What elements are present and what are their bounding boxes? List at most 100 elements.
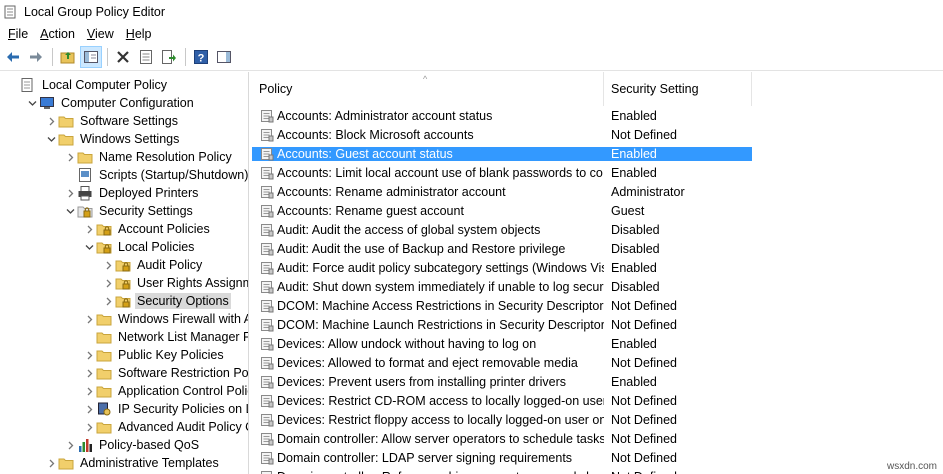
toolbar-separator — [185, 48, 186, 66]
delete-icon — [117, 51, 129, 63]
tree-item-windows-settings[interactable]: Windows Settings — [0, 130, 248, 148]
tree-item-public-key-policies[interactable]: Public Key Policies — [0, 346, 248, 364]
policy-setting-icon — [260, 280, 274, 294]
back-button[interactable] — [2, 46, 24, 68]
menu-help[interactable]: Help — [120, 27, 158, 41]
tree-item-label: Audit Policy — [137, 258, 203, 272]
policy-row[interactable]: Accounts: Limit local account use of bla… — [252, 163, 943, 182]
security-setting-value: Enabled — [604, 146, 752, 161]
tree-item-advanced-audit-policy-conf[interactable]: Advanced Audit Policy Conf — [0, 418, 248, 436]
delete-button[interactable] — [112, 46, 134, 68]
policy-row[interactable]: DCOM: Machine Access Restrictions in Sec… — [252, 296, 943, 315]
policy-row[interactable]: Accounts: Guest account status Enabled — [252, 144, 752, 163]
collapsed-chevron-icon[interactable] — [82, 418, 96, 436]
sort-ascending-icon: ^ — [423, 74, 428, 84]
collapsed-chevron-icon[interactable] — [63, 436, 77, 454]
menu-file[interactable]: File — [2, 27, 34, 41]
help-icon: ? — [194, 50, 208, 65]
policy-row[interactable]: Accounts: Administrator account status En… — [252, 106, 943, 125]
policy-row[interactable]: Devices: Allow undock without having to … — [252, 334, 943, 353]
collapsed-chevron-icon[interactable] — [44, 112, 58, 130]
security-setting-value: Not Defined — [611, 393, 678, 408]
tree-item-application-control-policies[interactable]: Application Control Policies — [0, 382, 248, 400]
collapsed-chevron-icon[interactable] — [44, 454, 58, 472]
tree-item-security-settings[interactable]: Security Settings — [0, 202, 248, 220]
policy-row[interactable]: Domain controller: LDAP server signing r… — [252, 448, 943, 467]
tree-item-computer-configuration[interactable]: Computer Configuration — [0, 94, 248, 112]
expanded-chevron-icon[interactable] — [82, 238, 96, 256]
tree-item-software-settings[interactable]: Software Settings — [0, 112, 248, 130]
collapsed-chevron-icon[interactable] — [63, 148, 77, 166]
tree-item-label: Windows Settings — [80, 132, 180, 146]
tree-item-label: User Rights Assignment — [137, 276, 248, 290]
show-hide-action-pane-button[interactable] — [213, 46, 235, 68]
collapsed-chevron-icon[interactable] — [101, 256, 115, 274]
tree-item-label: Scripts (Startup/Shutdown) — [99, 168, 249, 182]
policy-row[interactable]: Domain controller: Allow server operator… — [252, 429, 943, 448]
menu-view[interactable]: View — [81, 27, 120, 41]
policy-row[interactable]: DCOM: Machine Launch Restrictions in Sec… — [252, 315, 943, 334]
tree-item-label: Computer Configuration — [61, 96, 194, 110]
tree-item-network-list-manager-polici[interactable]: Network List Manager Polici — [0, 328, 248, 346]
show-hide-console-tree-button[interactable] — [80, 46, 102, 68]
policy-row[interactable]: Accounts: Rename administrator account Ad… — [252, 182, 943, 201]
expanded-chevron-icon[interactable] — [44, 130, 58, 148]
column-header-policy[interactable]: Policy — [252, 72, 604, 106]
tree-item-account-policies[interactable]: Account Policies — [0, 220, 248, 238]
collapsed-chevron-icon[interactable] — [101, 292, 115, 310]
policy-setting-icon — [260, 109, 274, 123]
policy-name: Devices: Allow undock without having to … — [277, 336, 537, 351]
policy-row[interactable]: Audit: Shut down system immediately if u… — [252, 277, 943, 296]
tree-item-software-restriction-policies[interactable]: Software Restriction Policies — [0, 364, 248, 382]
policy-row[interactable]: Accounts: Block Microsoft accounts Not De… — [252, 125, 943, 144]
watermark: wsxdn.com — [886, 461, 937, 472]
help-button[interactable]: ? — [190, 46, 212, 68]
policy-row[interactable]: Audit: Audit the access of global system… — [252, 220, 943, 239]
policy-cell: Accounts: Limit local account use of bla… — [252, 166, 604, 180]
tree-item-windows-firewall-with-adva[interactable]: Windows Firewall with Adva — [0, 310, 248, 328]
policy-name: Audit: Shut down system immediately if u… — [277, 279, 604, 294]
collapsed-chevron-icon[interactable] — [82, 364, 96, 382]
properties-button[interactable] — [135, 46, 157, 68]
policy-name: Audit: Audit the use of Backup and Resto… — [277, 241, 566, 256]
tree-item-name-resolution-policy[interactable]: Name Resolution Policy — [0, 148, 248, 166]
policy-row[interactable]: Domain controller: Refuse machine accoun… — [252, 467, 943, 474]
policy-row[interactable]: Accounts: Rename guest account Guest — [252, 201, 943, 220]
export-list-button[interactable] — [158, 46, 180, 68]
menu-action[interactable]: Action — [34, 27, 81, 41]
tree-item-deployed-printers[interactable]: Deployed Printers — [0, 184, 248, 202]
tree-item-policy-based-qos[interactable]: Policy-based QoS — [0, 436, 248, 454]
tree-item-ip-security-policies-on-local[interactable]: IP Security Policies on Local — [0, 400, 248, 418]
policy-row[interactable]: Devices: Restrict CD-ROM access to local… — [252, 391, 943, 410]
policy-row[interactable]: Audit: Audit the use of Backup and Resto… — [252, 239, 943, 258]
policy-cell: Devices: Prevent users from installing p… — [252, 375, 604, 389]
tree-item-security-options[interactable]: Security Options — [0, 292, 248, 310]
menu-label-rest: ile — [15, 27, 29, 41]
up-one-level-button[interactable] — [57, 46, 79, 68]
tree-item-label: IP Security Policies on Local — [118, 402, 248, 416]
column-header-security-setting[interactable]: Security Setting — [604, 72, 752, 106]
policy-row[interactable]: Devices: Restrict floppy access to local… — [252, 410, 943, 429]
policy-row[interactable]: Devices: Allowed to format and eject rem… — [252, 353, 943, 372]
tree-item-user-rights-assignment[interactable]: User Rights Assignment — [0, 274, 248, 292]
collapsed-chevron-icon[interactable] — [101, 274, 115, 292]
tree-item-scripts-startup-shutdown[interactable]: Scripts (Startup/Shutdown) — [0, 166, 248, 184]
no-chevron-spacer — [82, 328, 96, 346]
tree-item-administrative-templates[interactable]: Administrative Templates — [0, 454, 248, 472]
collapsed-chevron-icon[interactable] — [82, 400, 96, 418]
tree-item-local-policies[interactable]: Local Policies — [0, 238, 248, 256]
forward-button[interactable] — [25, 46, 47, 68]
expanded-chevron-icon[interactable] — [63, 202, 77, 220]
collapsed-chevron-icon[interactable] — [82, 382, 96, 400]
policy-row[interactable]: Audit: Force audit policy subcategory se… — [252, 258, 943, 277]
folder-icon — [77, 149, 93, 165]
collapsed-chevron-icon[interactable] — [82, 346, 96, 364]
tree-item-audit-policy[interactable]: Audit Policy — [0, 256, 248, 274]
policy-row[interactable]: Devices: Prevent users from installing p… — [252, 372, 943, 391]
collapsed-chevron-icon[interactable] — [82, 310, 96, 328]
column-header-policy-label: Policy — [259, 82, 293, 96]
collapsed-chevron-icon[interactable] — [82, 220, 96, 238]
expanded-chevron-icon[interactable] — [25, 94, 39, 112]
tree-item-local-computer-policy[interactable]: Local Computer Policy — [0, 76, 248, 94]
collapsed-chevron-icon[interactable] — [63, 184, 77, 202]
